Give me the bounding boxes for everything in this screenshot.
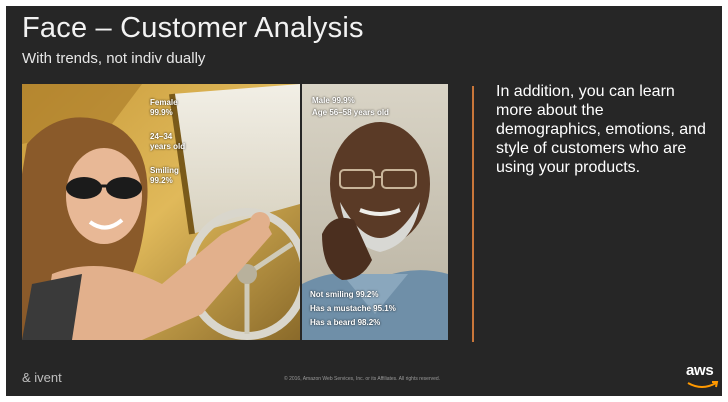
man-beard-tag: Has a beard 98.2% [310, 318, 381, 327]
slide-subtitle: With trends, not indiv dually [22, 50, 206, 67]
man-age-tag: Age 56–58 years old [312, 108, 389, 117]
woman-age-tag: 24–34 [150, 132, 173, 141]
footer-copyright: © 2016, Amazon Web Services, Inc. or its… [284, 376, 441, 382]
accent-divider [472, 86, 474, 342]
woman-driving-photo: Female 99.9% 24–34 years old Smiling 99.… [22, 84, 300, 340]
aws-logo: aws [686, 362, 720, 392]
woman-smile-confidence: 99.2% [150, 176, 173, 185]
aws-smile-icon [687, 381, 719, 388]
man-smile-tag: Not smiling 99.2% [310, 290, 379, 299]
aws-logo-text: aws [686, 362, 714, 379]
man-portrait-photo: Male 99.9% Age 56–58 years old Not smili… [302, 84, 448, 340]
description-text: In addition, you can learn more about th… [496, 83, 706, 176]
man-mustache-tag: Has a mustache 95.1% [310, 304, 396, 313]
man-gender-tag: Male 99.9% [312, 96, 355, 105]
man-photo-illustration [302, 84, 448, 340]
woman-photo-illustration [22, 84, 300, 340]
footer-brand: & ivent [22, 370, 62, 385]
woman-smile-tag: Smiling [150, 166, 179, 175]
woman-gender-confidence: 99.9% [150, 108, 173, 117]
slide: Face – Customer Analysis With trends, no… [6, 6, 722, 396]
slide-title: Face – Customer Analysis [22, 12, 364, 44]
woman-gender-tag: Female [150, 98, 178, 107]
woman-age-unit: years old [150, 142, 186, 151]
